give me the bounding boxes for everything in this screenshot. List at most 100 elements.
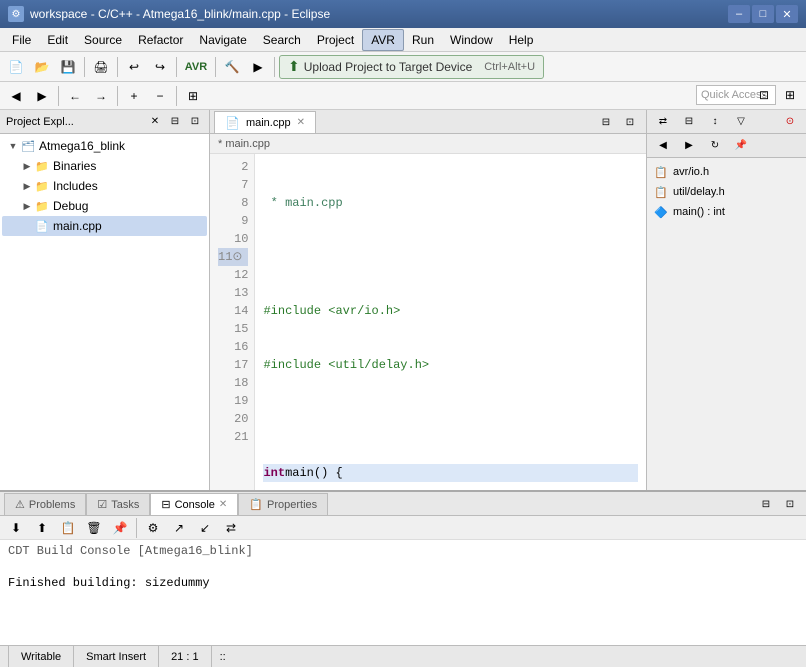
debug-icon: 📁 [34,198,50,214]
outline-filter-btn[interactable]: ▽ [729,111,753,133]
menu-avr[interactable]: AVR [362,29,404,51]
status-writable-text: Writable [21,651,61,663]
menu-help[interactable]: Help [501,30,542,50]
outline-sort-btn[interactable]: ↕ [703,111,727,133]
console-settings[interactable]: ⚙ [141,517,165,539]
minimize-button[interactable]: – [728,5,750,23]
outline-fwd-btn[interactable]: ▶ [677,135,701,157]
project-explorer-close[interactable]: ✕ [147,114,163,130]
editor-area: 📄 main.cpp ✕ ⊟ ⊡ * main.cpp 2 7 8 9 10 1… [210,110,646,490]
outline-collapse-btn[interactable]: ⊟ [677,111,701,133]
project-tree: ▼ 🗂 Atmega16_blink ▶ 📁 Binaries ▶ 📁 Incl… [0,134,209,490]
tree-item-project[interactable]: ▼ 🗂 Atmega16_blink [2,136,207,156]
maximize-button[interactable]: □ [752,5,774,23]
toggle-button[interactable]: ⊞ [181,85,205,107]
console-import[interactable]: ↙ [193,517,217,539]
includes-icon: 📁 [34,178,50,194]
menu-run[interactable]: Run [404,30,442,50]
save-button[interactable]: 💾 [56,56,80,78]
menu-window[interactable]: Window [442,30,501,50]
print-button[interactable]: 🖨 [89,56,113,78]
menu-source[interactable]: Source [76,30,130,50]
tree-toggle-debug[interactable]: ▶ [20,199,34,213]
menu-edit[interactable]: Edit [39,30,76,50]
build-button[interactable]: 🔨 [220,56,244,78]
tab-tasks-label: Tasks [111,499,139,511]
console-tab-close[interactable]: ✕ [219,499,227,510]
undo-button[interactable]: ↩ [122,56,146,78]
header-file-icon-1: 📋 [653,164,669,180]
outline-pin-btn[interactable]: 📌 [729,135,753,157]
outline-toolbar-2: ◀ ▶ ↻ 📌 [647,134,806,158]
editor-maximize-btn[interactable]: ⊡ [618,111,642,133]
code-editor[interactable]: 2 7 8 9 10 11⊙ 12 13 14 15 16 17 18 19 2… [210,154,646,490]
console-pin[interactable]: 📌 [108,517,132,539]
new-button[interactable]: 📄 [4,56,28,78]
forward-button[interactable]: ▶ [30,85,54,107]
editor-tab-maincpp[interactable]: 📄 main.cpp ✕ [214,111,316,133]
menu-file[interactable]: File [4,30,39,50]
project-explorer-maximize[interactable]: ⊡ [187,114,203,130]
menu-search[interactable]: Search [255,30,309,50]
breadcrumb-text: * main.cpp [218,138,270,150]
tree-item-binaries[interactable]: ▶ 📁 Binaries [2,156,207,176]
outline-item-main[interactable]: 🔷 main() : int [651,202,802,222]
tab-tasks[interactable]: ☑ Tasks [86,493,150,515]
menu-refactor[interactable]: Refactor [130,30,191,50]
outline-item-delay[interactable]: 📋 util/delay.h [651,182,802,202]
open-button[interactable]: 📂 [30,56,54,78]
tree-item-includes[interactable]: ▶ 📁 Includes [2,176,207,196]
outline-refresh-btn[interactable]: ↻ [703,135,727,157]
outline-back-btn[interactable]: ◀ [651,135,675,157]
console-switch[interactable]: ⇄ [219,517,243,539]
maincpp-icon: 📄 [34,218,50,234]
run-button[interactable]: ▶ [246,56,270,78]
tree-toggle-project[interactable]: ▼ [6,139,20,153]
code-content[interactable]: * main.cpp #include <avr/io.h> #include … [255,154,646,490]
console-copy[interactable]: 📋 [56,517,80,539]
console-export[interactable]: ↗ [167,517,191,539]
outline-item-avrio[interactable]: 📋 avr/io.h [651,162,802,182]
menu-navigate[interactable]: Navigate [191,30,254,50]
back-button[interactable]: ◀ [4,85,28,107]
console-scroll-down[interactable]: ⬇ [4,517,28,539]
window-title: workspace - C/C++ - Atmega16_blink/main.… [30,7,330,21]
editor-tab-close[interactable]: ✕ [297,117,305,128]
project-explorer-minimize[interactable]: ⊟ [167,114,183,130]
tab-problems[interactable]: ⚠ Problems [4,493,86,515]
avr-upload-button[interactable]: ⬆ Upload Project to Target Device Ctrl+A… [279,55,544,79]
tab-console[interactable]: ⊟ Console ✕ [150,493,238,515]
tab-properties[interactable]: 📋 Properties [238,493,328,515]
next-edit-button[interactable]: → [89,85,113,107]
close-button[interactable]: ✕ [776,5,798,23]
redo-button[interactable]: ↪ [148,56,172,78]
tree-item-maincpp[interactable]: ▶ 📄 main.cpp [2,216,207,236]
outline-close-btn[interactable]: ⊙ [778,111,802,133]
main-area: Project Expl... ✕ ⊟ ⊡ ▼ 🗂 Atmega16_blink… [0,110,806,490]
perspective-button[interactable]: ⊡ [752,84,776,106]
bottom-panel-minimize[interactable]: ⊟ [754,493,778,515]
outline-sync-btn[interactable]: ⇄ [651,111,675,133]
status-position: 21 : 1 [159,646,212,667]
outline-label-main: main() : int [673,206,725,218]
line-numbers: 2 7 8 9 10 11⊙ 12 13 14 15 16 17 18 19 2… [210,154,255,490]
prev-edit-button[interactable]: ← [63,85,87,107]
avr-button-1[interactable]: AVR [181,56,211,78]
console-output-area[interactable]: CDT Build Console [Atmega16_blink] Finis… [0,540,806,645]
outline-label-avrio: avr/io.h [673,166,709,178]
zoom-out-button[interactable]: − [148,85,172,107]
menu-project[interactable]: Project [309,30,362,50]
bottom-panel-maximize[interactable]: ⊡ [778,493,802,515]
tree-toggle-binaries[interactable]: ▶ [20,159,34,173]
console-scroll-up[interactable]: ⬆ [30,517,54,539]
tree-item-debug[interactable]: ▶ 📁 Debug [2,196,207,216]
right-toolbar-icons: ⊡ ⊞ [752,84,802,106]
view-button[interactable]: ⊞ [778,84,802,106]
editor-minimize-btn[interactable]: ⊟ [594,111,618,133]
zoom-in-button[interactable]: + [122,85,146,107]
tree-label-debug: Debug [53,199,88,213]
console-clear[interactable]: 🗑 [82,517,106,539]
window-controls[interactable]: – □ ✕ [728,5,798,23]
tree-toggle-includes[interactable]: ▶ [20,179,34,193]
console-toolbar: ⬇ ⬆ 📋 🗑 📌 ⚙ ↗ ↙ ⇄ [0,516,806,540]
